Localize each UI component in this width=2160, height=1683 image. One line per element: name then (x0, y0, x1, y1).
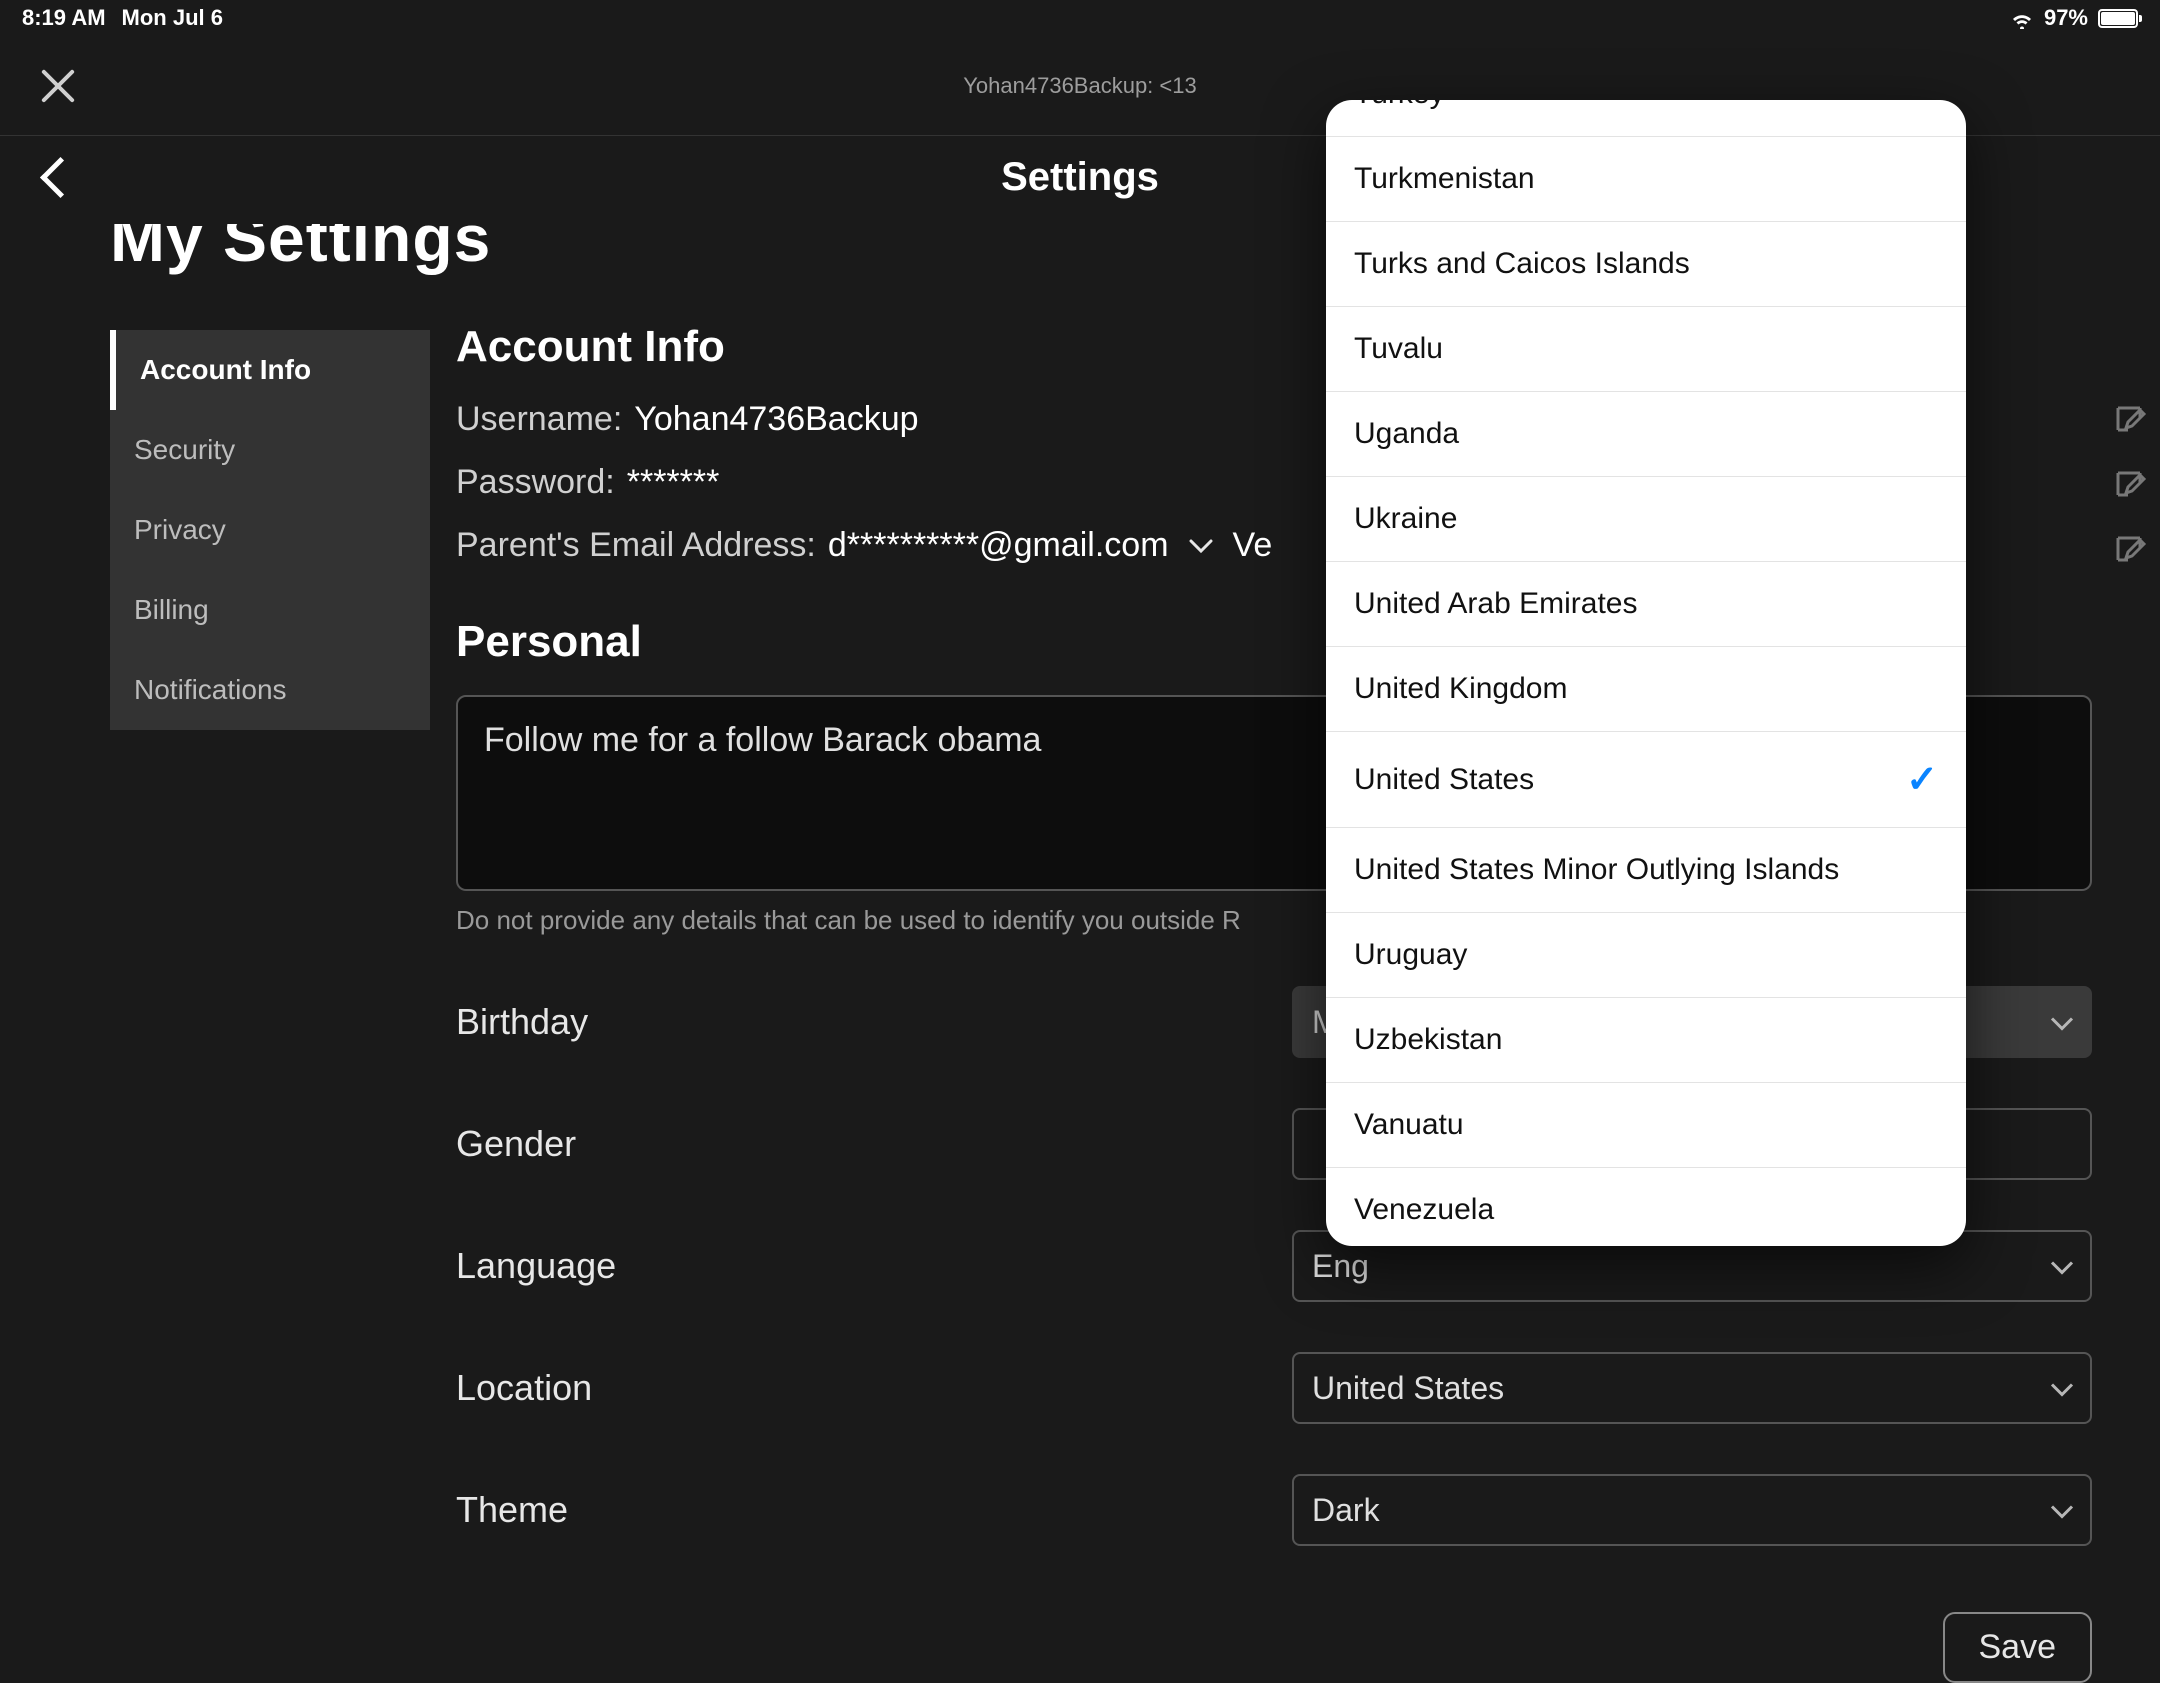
username-label: Username: (456, 400, 622, 439)
language-label: Language (456, 1245, 616, 1287)
popover-arrow-icon (1620, 1244, 1672, 1246)
sidebar-item-billing[interactable]: Billing (110, 570, 430, 650)
country-option[interactable]: Tuvalu (1326, 307, 1966, 392)
parent-email-value: d**********@gmail.com (828, 526, 1169, 565)
country-option[interactable]: Turks and Caicos Islands (1326, 222, 1966, 307)
sidebar-item-account-info[interactable]: Account Info (110, 330, 430, 410)
checkmark-icon: ✓ (1906, 757, 1938, 802)
wifi-icon (2010, 9, 2034, 27)
country-option-label: Venezuela (1354, 1193, 1494, 1227)
verified-text-partial: Ve (1233, 526, 1273, 565)
sidebar-item-label: Notifications (134, 674, 287, 705)
country-option-label: United States (1354, 763, 1534, 797)
country-option-label: Tuvalu (1354, 332, 1443, 366)
edit-email-icon[interactable] (2112, 532, 2152, 577)
country-option-label: Turkmenistan (1354, 162, 1535, 196)
sidebar-item-label: Account Info (140, 354, 311, 385)
country-popover-scroll[interactable]: Turkey Turkmenistan Turks and Caicos Islan… (1326, 100, 1966, 1246)
chevron-down-icon (2050, 1492, 2074, 1529)
sidebar-item-label: Security (134, 434, 235, 465)
account-subtitle: Yohan4736Backup: <13 (963, 73, 1196, 99)
status-time: 8:19 AM (22, 5, 106, 31)
chevron-down-icon (2050, 1248, 2074, 1285)
back-icon[interactable] (38, 157, 62, 197)
settings-sidebar: Account Info Security Privacy Billing No… (110, 330, 430, 730)
status-date: Mon Jul 6 (122, 5, 223, 31)
sidebar-item-label: Billing (134, 594, 209, 625)
country-option-label: Vanuatu (1354, 1108, 1464, 1142)
country-option[interactable]: Turkey (1326, 100, 1966, 137)
country-option-label: United Kingdom (1354, 672, 1567, 706)
location-select[interactable]: United States (1292, 1352, 2092, 1424)
theme-value: Dark (1312, 1492, 1380, 1529)
sidebar-item-security[interactable]: Security (110, 410, 430, 490)
location-label: Location (456, 1367, 592, 1409)
country-option[interactable]: United Kingdom (1326, 647, 1966, 732)
sidebar-item-notifications[interactable]: Notifications (110, 650, 430, 730)
theme-select[interactable]: Dark (1292, 1474, 2092, 1546)
parent-email-label: Parent's Email Address: (456, 526, 816, 565)
chevron-down-icon (2050, 1370, 2074, 1407)
bio-text: Follow me for a follow Barack obama (484, 721, 1041, 759)
edit-password-icon[interactable] (2112, 467, 2152, 512)
country-option-label: Turks and Caicos Islands (1354, 247, 1690, 281)
country-option-label: Turkey (1354, 100, 1445, 111)
country-option-label: Ukraine (1354, 502, 1457, 536)
birthday-label: Birthday (456, 1001, 588, 1043)
country-option[interactable]: Uzbekistan (1326, 998, 1966, 1083)
country-option-label: Uganda (1354, 417, 1459, 451)
battery-percent: 97% (2044, 5, 2088, 31)
country-option[interactable]: Ukraine (1326, 477, 1966, 562)
password-value: ******* (627, 463, 720, 502)
edit-icons-column (2112, 402, 2152, 577)
username-value: Yohan4736Backup (634, 400, 918, 439)
location-value: United States (1312, 1370, 1504, 1407)
country-option[interactable]: Turkmenistan (1326, 137, 1966, 222)
ios-status-bar: 8:19 AM Mon Jul 6 97% (0, 0, 2160, 36)
country-option[interactable]: United States ✓ (1326, 732, 1966, 828)
battery-icon (2098, 9, 2138, 28)
language-value: Eng (1312, 1248, 1369, 1285)
theme-label: Theme (456, 1489, 568, 1531)
settings-title: Settings (1001, 155, 1159, 200)
password-label: Password: (456, 463, 615, 502)
save-button[interactable]: Save (1943, 1612, 2093, 1683)
country-option[interactable]: Uruguay (1326, 913, 1966, 998)
country-option[interactable]: Venezuela (1326, 1168, 1966, 1246)
country-option-label: Uzbekistan (1354, 1023, 1502, 1057)
country-option-label: United Arab Emirates (1354, 587, 1637, 621)
chevron-down-icon[interactable] (1189, 526, 1213, 565)
country-option-label: United States Minor Outlying Islands (1354, 853, 1839, 887)
country-popover[interactable]: Turkey Turkmenistan Turks and Caicos Islan… (1326, 100, 1966, 1246)
country-option[interactable]: Uganda (1326, 392, 1966, 477)
sidebar-item-privacy[interactable]: Privacy (110, 490, 430, 570)
gender-label: Gender (456, 1123, 576, 1165)
edit-username-icon[interactable] (2112, 402, 2152, 447)
chevron-down-icon (2050, 1004, 2074, 1041)
country-option[interactable]: United States Minor Outlying Islands (1326, 828, 1966, 913)
country-option-label: Uruguay (1354, 938, 1467, 972)
country-option[interactable]: Vanuatu (1326, 1083, 1966, 1168)
country-option[interactable]: United Arab Emirates (1326, 562, 1966, 647)
close-icon[interactable] (38, 66, 78, 106)
sidebar-item-label: Privacy (134, 514, 226, 545)
